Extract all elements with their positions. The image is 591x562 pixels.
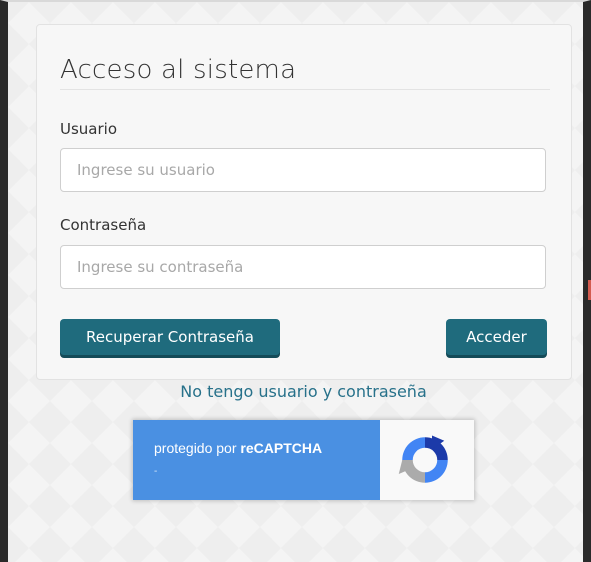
recaptcha-subtext: -	[154, 466, 158, 477]
recaptcha-label-panel: protegido por reCAPTCHA -	[133, 420, 380, 500]
recaptcha-prefix: protegido por	[154, 440, 241, 456]
recover-password-button[interactable]: Recuperar Contraseña	[60, 319, 280, 355]
username-label: Usuario	[60, 120, 118, 138]
login-button[interactable]: Acceder	[446, 319, 547, 355]
recaptcha-logo-icon	[398, 435, 448, 483]
password-label: Contraseña	[60, 216, 147, 234]
page-title: Acceso al sistema	[60, 55, 297, 85]
recaptcha-badge[interactable]: protegido por reCAPTCHA -	[133, 420, 474, 500]
page-frame: Acceso al sistema Usuario Contraseña Rec…	[0, 0, 591, 562]
recaptcha-text: protegido por reCAPTCHA	[154, 440, 322, 456]
login-panel: Acceso al sistema Usuario Contraseña Rec…	[36, 24, 572, 380]
recaptcha-brand: reCAPTCHA	[240, 440, 323, 456]
username-input[interactable]	[60, 148, 546, 192]
title-divider	[60, 89, 550, 90]
password-input[interactable]	[60, 245, 546, 289]
no-account-link[interactable]: No tengo usuario y contraseña	[8, 382, 591, 401]
